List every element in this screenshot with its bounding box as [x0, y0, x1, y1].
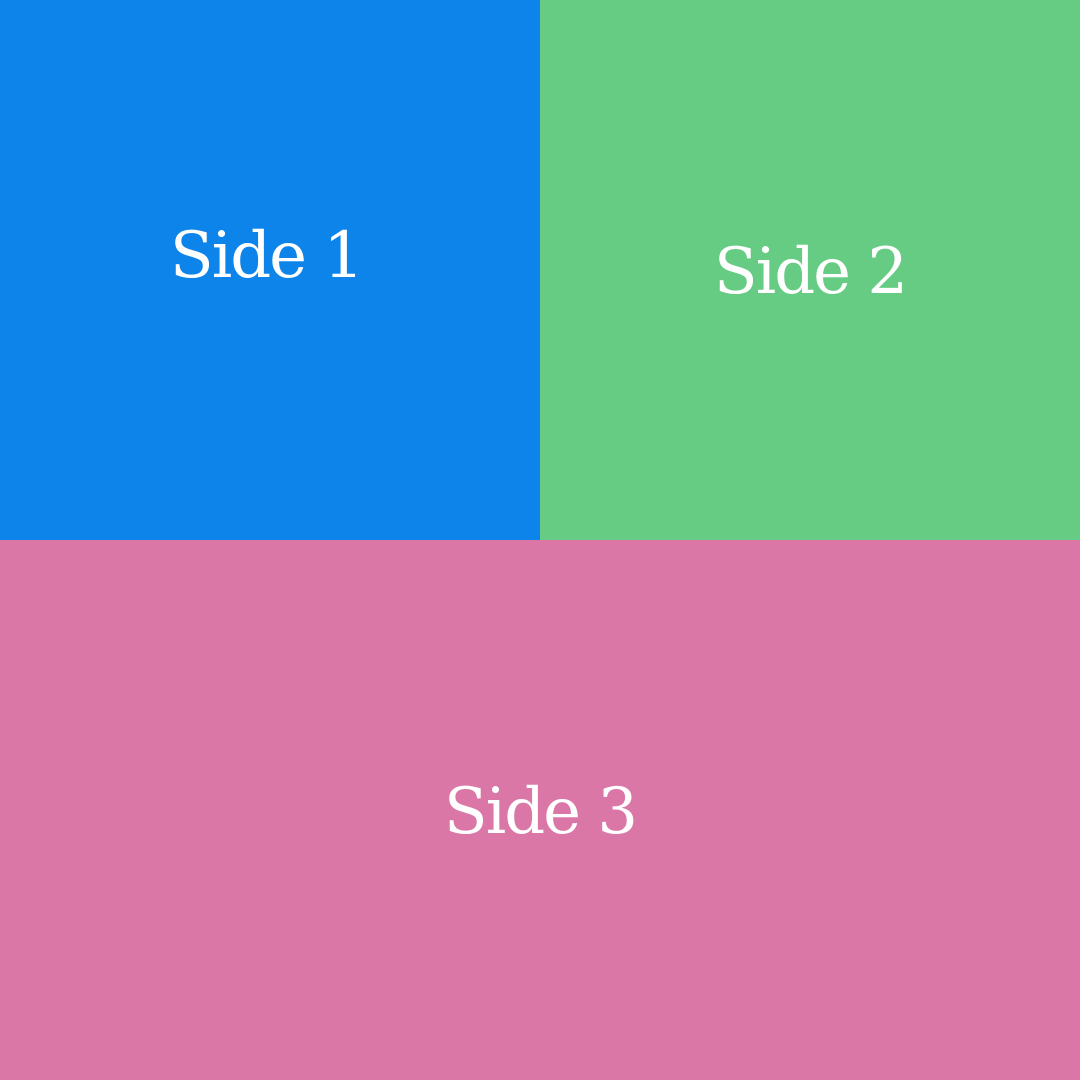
- side-1-panel: Side 1: [0, 0, 540, 540]
- side-3-panel: Side 3: [0, 540, 1080, 1080]
- side-1-label: Side 1: [169, 219, 364, 293]
- side-2-panel: Side 2: [540, 0, 1080, 540]
- side-2-label: Side 2: [713, 235, 908, 309]
- split-layout-canvas: Side 1 Side 2 Side 3: [0, 0, 1080, 1080]
- side-3-label: Side 3: [443, 775, 638, 849]
